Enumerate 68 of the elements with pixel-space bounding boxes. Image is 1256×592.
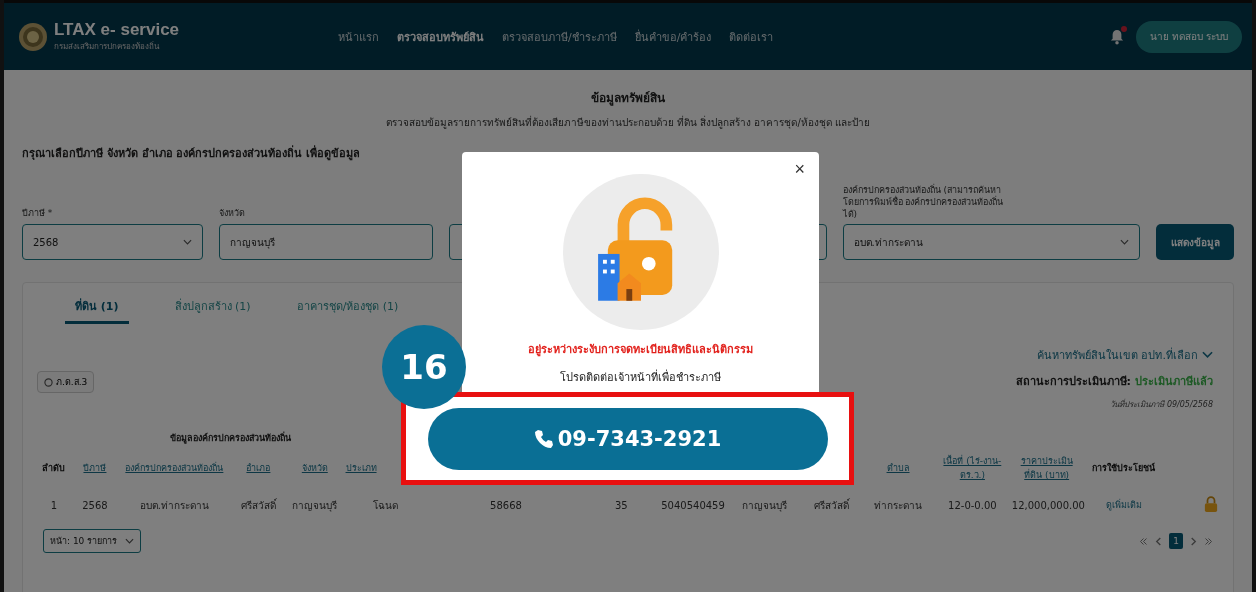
tab[interactable]: สิ่งปลูกสร้าง (1) xyxy=(174,297,251,325)
app-subtitle: กรมส่งเสริมการปกครองท้องถิ่น xyxy=(54,40,161,53)
view-more-link[interactable]: ดูเพิ่มเติม xyxy=(1105,500,1142,511)
table-cell: กาญจนบุรี xyxy=(742,499,788,511)
app-title: LTAX e- service xyxy=(54,20,180,40)
nav-link[interactable]: ตรวจสอบภาษี/ชำระภาษี xyxy=(502,27,617,46)
tab[interactable]: ที่ดิน (1) xyxy=(65,297,129,325)
page-subtitle: ตรวจสอบข้อมูลรายการทรัพย์สินที่ต้องเสียภาษีของท่านประกอบด้วย ที่ดิน สิ่งปลูกสร้าง อาคารชุด/ห้องชุด และป้าย xyxy=(385,115,871,130)
table-cell: 2568 xyxy=(82,499,108,511)
phone-call-button[interactable]: 09-7343-2921 xyxy=(427,407,828,470)
assessment-date: วันที่ประเมินภาษี 09/05/2568 xyxy=(1110,398,1213,412)
status-label: สถานะการประเมินภาษี: xyxy=(1015,374,1131,391)
table-cell: โฉนด xyxy=(373,499,399,511)
column-header[interactable]: ประเภท xyxy=(345,461,377,476)
chevron-down-icon xyxy=(125,538,135,545)
column-header: ลำดับ xyxy=(42,462,66,476)
previous-page-icon[interactable] xyxy=(1154,536,1164,546)
field-label: จังหวัด xyxy=(218,207,246,221)
table-cell: 5040540459 xyxy=(661,499,725,511)
column-header[interactable]: จังหวัด xyxy=(301,461,328,476)
organization-select[interactable]: อบต.ท่ากระดาน xyxy=(842,224,1141,261)
table-cell: 12,000,000.00 xyxy=(1011,499,1085,511)
field-label: ปีภาษี * xyxy=(22,207,54,221)
user-menu-button[interactable]: นาย ทดสอบ ระบบ xyxy=(1135,20,1242,53)
page-size-select[interactable]: หน้า: 10 รายการ xyxy=(43,529,142,554)
column-header[interactable]: ตำบล xyxy=(886,461,910,476)
table-cell: อบต.ท่ากระดาน xyxy=(139,499,209,511)
tab[interactable]: อาคารชุด/ห้องชุด (1) xyxy=(296,297,399,325)
column-header[interactable]: อำเภอ xyxy=(246,461,271,476)
first-page-icon[interactable] xyxy=(1139,536,1149,546)
dialog-message: โปรดติดต่อเจ้าหน้าที่เพื่อชำระภาษี xyxy=(560,368,721,386)
dialog-title: อยู่ระหว่างระงับการจดทะเบียนสิทธิและนิติกรรม xyxy=(528,342,753,358)
column-header[interactable]: องค์กรปกครองส่วนท้องถิ่น xyxy=(125,461,224,476)
phone-icon xyxy=(533,428,554,449)
tax-year-select[interactable]: 2568 xyxy=(22,224,203,261)
report-button[interactable]: ภ.ด.ส.3 xyxy=(37,371,95,394)
column-header[interactable]: ราคาประเมินที่ดิน (บาท) xyxy=(1011,454,1082,483)
table-cell: 58668 xyxy=(490,499,522,511)
column-header[interactable]: ปีภาษี xyxy=(83,461,107,476)
next-page-icon[interactable] xyxy=(1189,536,1198,546)
chevron-down-icon xyxy=(1120,239,1130,246)
chevron-down-icon xyxy=(182,239,192,246)
nav-link[interactable]: ยื่นคำขอ/คำร้อง xyxy=(634,27,712,46)
nav-link[interactable]: ตรวจสอบทรัพย์สิน xyxy=(397,27,484,46)
table-cell: 1 xyxy=(50,499,58,511)
column-header[interactable]: เนื้อที่ (ไร่-งาน-ตร.ว.) xyxy=(934,454,1010,483)
show-data-button[interactable]: แสดงข้อมูล xyxy=(1156,224,1234,261)
table-cell: กาญจนบุรี xyxy=(292,499,338,511)
table-cell: 35 xyxy=(614,499,628,511)
table-cell: ศรีสวัสดิ์ xyxy=(813,499,849,511)
instruction-text: กรุณาเลือกปีภาษี จังหวัด อำเภอ องค์กรปกครองส่วนท้องถิ่น เพื่อดูข้อมูล xyxy=(22,144,362,162)
province-select[interactable]: กาญจนบุรี xyxy=(218,224,434,261)
page-number[interactable]: 1 xyxy=(1169,533,1183,550)
table-cell: ศรีสวัสดิ์ xyxy=(240,499,276,511)
nav-link[interactable]: หน้าแรก xyxy=(338,27,379,46)
notification-bell-icon[interactable] xyxy=(1109,28,1124,45)
group-header: ข้อมูลองค์กรปกครองส่วนท้องถิ่น xyxy=(170,433,292,444)
last-page-icon[interactable] xyxy=(1204,536,1213,546)
field-label: องค์กรปกครองส่วนท้องถิ่น (สามารถค้นหาโดยการพิมพ์ชื่อ องค์กรปกครองส่วนท้องถิ่น ได้) xyxy=(842,184,1005,221)
table-cell: ท่ากระดาน xyxy=(874,499,923,511)
column-header: การใช้ประโยชน์ xyxy=(1092,461,1156,476)
table-cell: 12-0-0.00 xyxy=(948,499,997,511)
page-title: ข้อมูลทรัพย์สิน xyxy=(591,90,665,107)
nav-link[interactable]: ติดต่อเรา xyxy=(729,27,774,46)
status-value: ประเมินภาษีแล้ว xyxy=(1135,374,1213,391)
search-toggle-link[interactable]: ค้นหาทรัพย์สินในเขต อปท.ที่เลือก xyxy=(1037,346,1213,365)
seal-logo-icon xyxy=(18,21,48,52)
chevron-down-icon xyxy=(1202,351,1213,360)
